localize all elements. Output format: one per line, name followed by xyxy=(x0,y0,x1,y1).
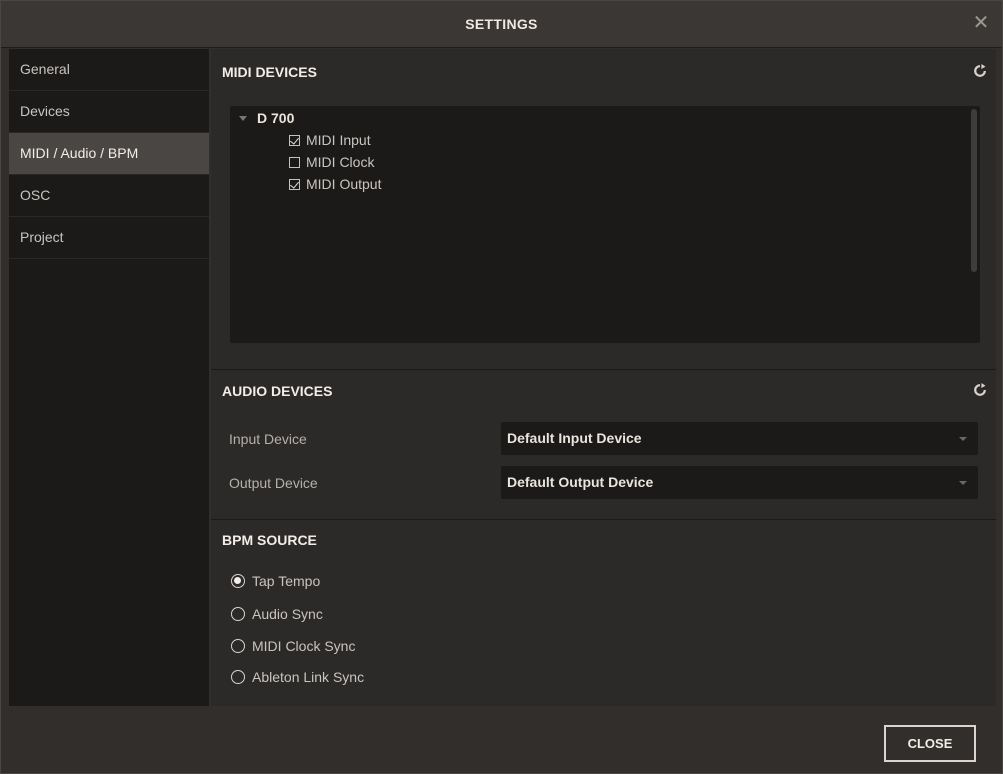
audio-devices-heading: AUDIO DEVICES xyxy=(222,383,333,399)
tap-tempo-radio[interactable] xyxy=(231,574,245,588)
midi-clock-label: MIDI Clock xyxy=(306,154,375,170)
sidebar-item-midi-audio-bpm[interactable]: MIDI / Audio / BPM xyxy=(9,133,209,175)
sidebar-item-devices[interactable]: Devices xyxy=(9,91,209,133)
section-divider xyxy=(211,519,996,520)
bpm-source-heading: BPM SOURCE xyxy=(222,532,317,548)
midi-output-checkbox[interactable] xyxy=(289,178,300,190)
ableton-link-sync-label: Ableton Link Sync xyxy=(252,669,365,685)
input-device-select[interactable]: Default Input Device xyxy=(501,422,978,455)
audio-sync-radio[interactable] xyxy=(231,607,245,621)
input-device-value: Default Input Device xyxy=(507,430,642,446)
tap-tempo-label: Tap Tempo xyxy=(252,573,321,589)
caret-down-icon[interactable] xyxy=(239,115,247,121)
settings-sidebar: General Devices MIDI / Audio / BPM OSC P… xyxy=(9,49,209,706)
midi-input-checkbox[interactable] xyxy=(289,134,300,146)
refresh-icon[interactable] xyxy=(973,383,987,397)
sidebar-item-osc[interactable]: OSC xyxy=(9,175,209,217)
section-divider xyxy=(211,369,996,370)
bpm-option-audio-sync[interactable]: Audio Sync xyxy=(231,606,323,622)
midi-input-option[interactable]: MIDI Input xyxy=(289,132,371,148)
midi-clock-sync-label: MIDI Clock Sync xyxy=(252,638,356,654)
close-icon[interactable]: ✕ xyxy=(970,12,992,34)
sidebar-item-general[interactable]: General xyxy=(9,49,209,91)
tree-scrollbar[interactable] xyxy=(971,109,977,272)
device-row[interactable]: D 700 xyxy=(239,110,294,126)
window-title: SETTINGS xyxy=(465,16,538,32)
sidebar-item-project[interactable]: Project xyxy=(9,217,209,259)
input-device-label: Input Device xyxy=(229,431,307,447)
midi-input-label: MIDI Input xyxy=(306,132,371,148)
bpm-option-midi-clock-sync[interactable]: MIDI Clock Sync xyxy=(231,638,355,654)
output-device-select[interactable]: Default Output Device xyxy=(501,466,978,499)
chevron-down-icon xyxy=(959,481,967,485)
audio-sync-label: Audio Sync xyxy=(252,606,323,622)
device-name: D 700 xyxy=(257,110,295,126)
bpm-option-tap-tempo[interactable]: Tap Tempo xyxy=(231,573,320,589)
midi-clock-sync-radio[interactable] xyxy=(231,639,245,653)
output-device-value: Default Output Device xyxy=(507,474,654,490)
midi-clock-option[interactable]: MIDI Clock xyxy=(289,154,374,170)
close-button[interactable]: CLOSE xyxy=(884,725,976,762)
midi-output-option[interactable]: MIDI Output xyxy=(289,176,381,192)
settings-panel: MIDI DEVICES D 700 MIDI Input MIDI Clock… xyxy=(211,49,996,706)
ableton-link-sync-radio[interactable] xyxy=(231,670,245,684)
settings-window: SETTINGS ✕ General Devices MIDI / Audio … xyxy=(0,0,1003,774)
midi-clock-checkbox[interactable] xyxy=(289,156,300,168)
refresh-icon[interactable] xyxy=(973,64,987,78)
chevron-down-icon xyxy=(959,437,967,441)
output-device-label: Output Device xyxy=(229,475,318,491)
title-bar: SETTINGS ✕ xyxy=(1,1,1002,48)
bpm-option-ableton-link-sync[interactable]: Ableton Link Sync xyxy=(231,669,364,685)
midi-output-label: MIDI Output xyxy=(306,176,382,192)
midi-devices-heading: MIDI DEVICES xyxy=(222,64,317,80)
midi-device-tree: D 700 MIDI Input MIDI Clock MIDI Output xyxy=(230,106,980,343)
